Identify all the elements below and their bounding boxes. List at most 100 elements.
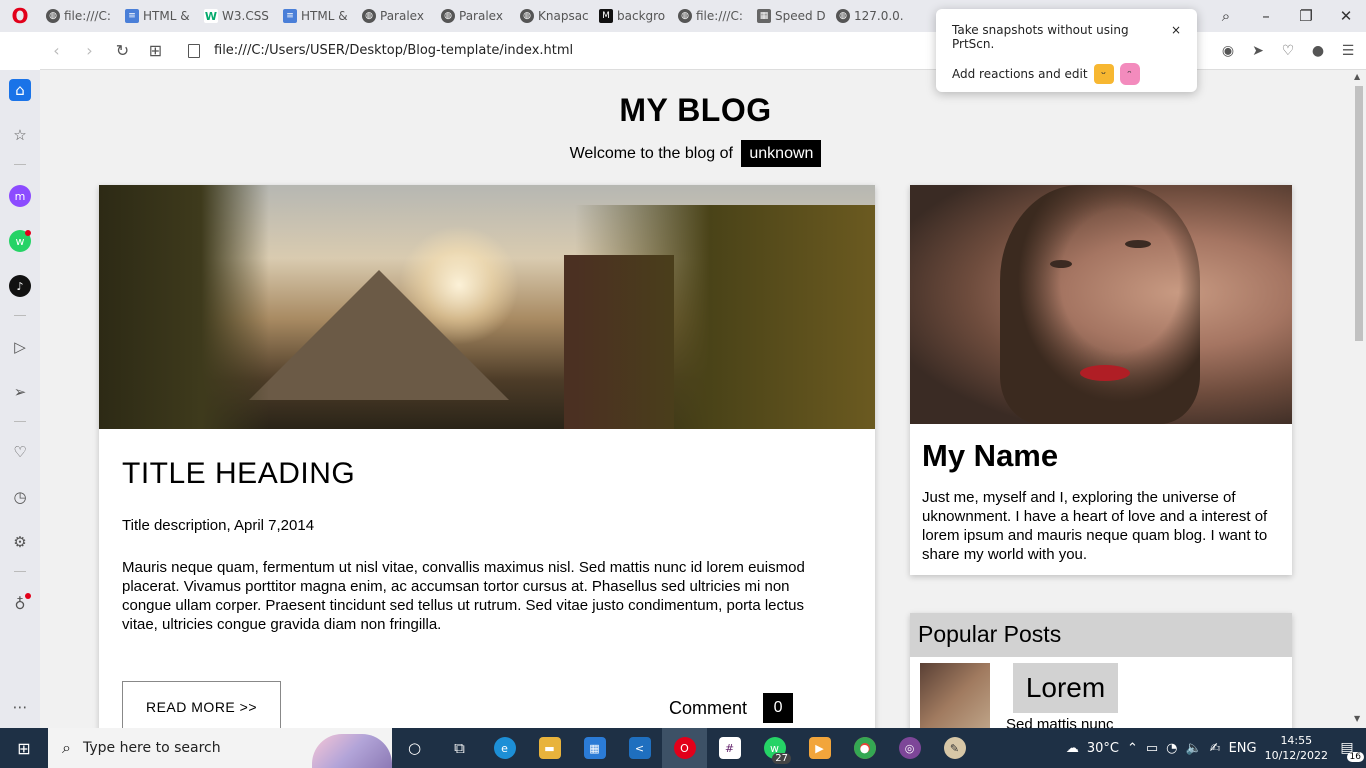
messenger-icon[interactable]: m [9,185,31,207]
minimize-icon[interactable]: – [1246,0,1286,32]
globe-icon: ◍ [520,9,534,23]
browser-tab[interactable]: ◍ Paralex [356,0,435,32]
history-icon[interactable]: ◷ [9,486,31,508]
profile-name: My Name [922,438,1059,473]
medium-icon: M [599,9,613,23]
close-icon[interactable]: × [1171,23,1181,51]
tab-label: HTML & [301,9,348,23]
docs-icon: ≡ [283,9,297,23]
browser-tab[interactable]: ◍ file:///C: [672,0,751,32]
battery-icon[interactable]: ▭ [1146,741,1158,756]
browser-tab[interactable]: ≡ HTML & [277,0,356,32]
globe-icon: ◍ [678,9,692,23]
browser-tab[interactable]: ◍ file:///C: [40,0,119,32]
heart-icon[interactable]: ♡ [9,441,31,463]
browser-tab[interactable]: ▦ Speed D [751,0,830,32]
file-explorer-icon[interactable]: ▬ [527,728,572,768]
media-player-icon[interactable]: ▶ [797,728,842,768]
browser-tab[interactable]: ◍ Paralex [435,0,514,32]
scroll-down-icon[interactable]: ▼ [1354,714,1360,723]
back-icon[interactable]: ‹ [40,32,73,70]
read-more-button[interactable]: READ MORE >> [122,681,281,728]
browser-tab[interactable]: W W3.CSS [198,0,277,32]
welcome-line: Welcome to the blog of unknown [40,140,1351,167]
chrome-icon[interactable]: ● [842,728,887,768]
tab-label: Paralex [380,9,424,23]
cortana-icon[interactable]: ○ [392,728,437,768]
player-icon[interactable]: ▷ [9,336,31,358]
weather-temp[interactable]: 30°C [1087,741,1119,756]
send-icon[interactable]: ➤ [1248,41,1268,61]
post-title: TITLE HEADING [122,457,356,490]
clock[interactable]: 14:55 10/12/2022 [1265,733,1328,763]
search-tabs-icon[interactable]: ⌕ [1206,0,1246,32]
avatar-icon[interactable]: ● [1308,41,1328,61]
post-card: TITLE HEADING Title description, April 7… [99,185,875,728]
browser-tab[interactable]: ◍ Knapsac [514,0,593,32]
scrollbar-thumb[interactable] [1355,86,1363,341]
profile-photo [910,185,1292,424]
opera-taskbar-icon[interactable]: O [662,728,707,768]
comment-link[interactable]: Comment 0 [669,693,794,723]
chevron-up-icon[interactable]: ⌃ [1127,741,1138,756]
browser-tab[interactable]: ◍ 127.0.0. [830,0,909,32]
popup-text: Add reactions and edit [952,67,1088,81]
camera-icon[interactable]: ◉ [1218,41,1238,61]
welcome-text: Welcome to the blog of [569,145,733,162]
whatsapp-taskbar-icon[interactable]: w 27 [752,728,797,768]
tabs-grid-icon[interactable]: ⊞ [139,32,172,70]
forward-icon[interactable]: › [73,32,106,70]
edge-icon[interactable]: e [482,728,527,768]
taskbar-search[interactable]: ⌕ Type here to search [48,728,392,768]
task-view-icon[interactable]: ⧉ [437,728,482,768]
home-icon[interactable]: ⌂ [9,79,31,101]
send-icon[interactable]: ➢ [9,381,31,403]
notification-center-icon[interactable]: ▤ 16 [1336,738,1364,762]
page-icon [188,43,200,58]
tiktok-icon[interactable]: ♪ [9,275,31,297]
pinboard-icon[interactable]: ☆ [9,124,31,146]
tab-label: 127.0.0. [854,9,904,23]
browser-tab[interactable]: ≡ HTML & [119,0,198,32]
gear-icon[interactable]: ⚙ [9,531,31,553]
windows-taskbar: ⊞ ⌕ Type here to search ○ ⧉ e ▬ ▦ < O # … [0,728,1366,768]
language-indicator[interactable]: ENG [1229,741,1257,756]
system-tray: ☁ 30°C ⌃ ▭ ◔ 🔈 ✍ ENG 14:55 10/12/2022 ▤ 1… [1066,728,1366,768]
vscode-icon[interactable]: < [617,728,662,768]
vertical-scrollbar[interactable]: ▲ ▼ [1351,70,1366,728]
tor-icon[interactable]: ◎ [887,728,932,768]
more-icon[interactable]: ⋯ [9,696,31,718]
browser-tab[interactable]: Mbackgro [593,0,672,32]
scroll-up-icon[interactable]: ▲ [1354,72,1360,81]
opera-menu-button[interactable]: O [0,0,40,32]
slack-icon[interactable]: # [707,728,752,768]
store-icon[interactable]: ▦ [572,728,617,768]
windows-start-icon[interactable]: ⊞ [0,728,48,768]
snapshot-tip-popup: Take snapshots without using PrtScn. × A… [936,9,1197,92]
tab-label: Knapsac [538,9,589,23]
maximize-icon[interactable]: ❐ [1286,0,1326,32]
popular-post-thumbnail[interactable] [920,663,990,728]
tab-label: W3.CSS [222,9,269,23]
popup-text: Take snapshots without using PrtScn. [952,23,1129,51]
sidebar-divider [14,421,26,422]
blog-title: MY BLOG [619,92,772,128]
mountain-shape [249,270,509,400]
popular-post-title[interactable]: Lorem [1013,663,1118,713]
docs-icon: ≡ [125,9,139,23]
globe-icon: ◍ [441,9,455,23]
clock-date: 10/12/2022 [1264,749,1328,762]
search-highlight-art [312,734,392,768]
volume-icon[interactable]: 🔈 [1185,741,1201,756]
reload-icon[interactable]: ↻ [106,32,139,70]
network-icon[interactable]: ◔ [1166,741,1177,756]
close-icon[interactable]: ✕ [1326,0,1366,32]
comment-count-badge: 0 [763,693,794,723]
url-field[interactable]: file:///C:/Users/USER/Desktop/Blog-templ… [188,43,573,58]
owner-tag: unknown [741,140,822,167]
easy-setup-icon[interactable]: ☰ [1338,41,1358,61]
pen-icon[interactable]: ✍ [1210,741,1221,756]
weather-icon[interactable]: ☁ [1066,741,1079,756]
heart-icon[interactable]: ♡ [1278,41,1298,61]
paint-icon[interactable]: ✎ [932,728,977,768]
